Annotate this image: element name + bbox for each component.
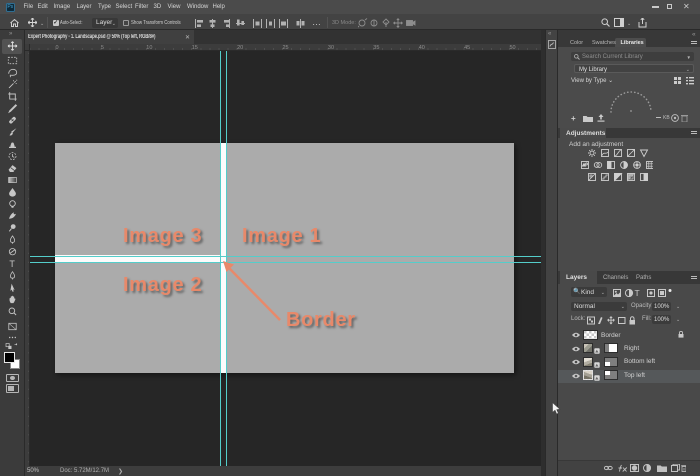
svg-text:T: T <box>635 289 640 297</box>
svg-text:T: T <box>9 259 15 269</box>
